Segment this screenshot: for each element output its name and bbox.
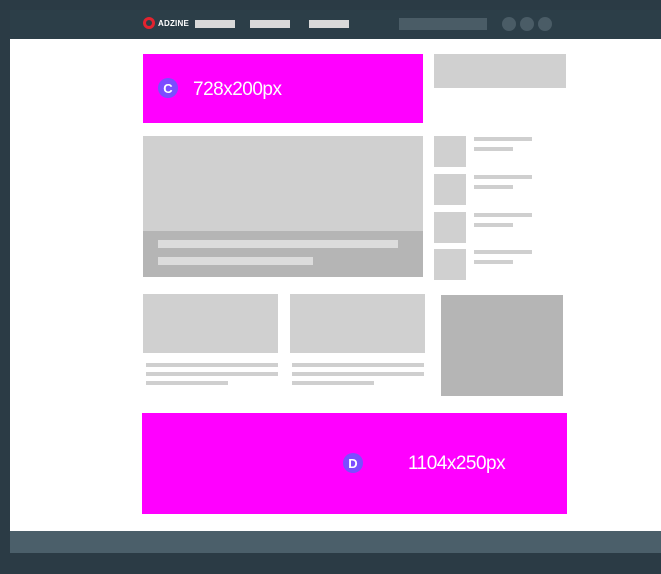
featured-caption-panel xyxy=(143,231,423,277)
featured-subtitle-line xyxy=(158,257,313,265)
ad-slot-d[interactable]: D 1104x250px xyxy=(142,413,567,514)
article-card-1-line-a xyxy=(146,363,278,367)
footer-bottom xyxy=(10,553,661,574)
article-card-1-line-b xyxy=(146,372,278,376)
circle-icon-3[interactable] xyxy=(538,17,552,31)
article-card-2-line-c xyxy=(292,381,374,385)
sidebar-thumb-3[interactable] xyxy=(434,212,466,243)
ad-badge-c: C xyxy=(158,78,178,98)
article-card-1-line-c xyxy=(146,381,228,385)
sidebar-line-4a xyxy=(474,250,532,254)
footer-bar xyxy=(10,531,661,553)
article-card-2-line-b xyxy=(292,372,424,376)
circle-icon-1[interactable] xyxy=(502,17,516,31)
sidebar-line-1a xyxy=(474,137,532,141)
sidebar-line-3a xyxy=(474,213,532,217)
circle-icon-2[interactable] xyxy=(520,17,534,31)
nav-item-2[interactable] xyxy=(250,20,290,28)
article-card-image-1[interactable] xyxy=(143,294,278,353)
article-card-2-line-a xyxy=(292,363,424,367)
sidebar-line-2a xyxy=(474,175,532,179)
sidebar-thumb-2[interactable] xyxy=(434,174,466,205)
sidebar-square-placeholder xyxy=(441,295,563,396)
sidebar-thumb-1[interactable] xyxy=(434,136,466,167)
sidebar-line-4b xyxy=(474,260,513,264)
ad-size-label-d: 1104x250px xyxy=(408,453,506,474)
sidebar-banner-placeholder xyxy=(434,54,566,88)
search-input[interactable] xyxy=(399,18,487,30)
sidebar-thumb-4[interactable] xyxy=(434,249,466,280)
ad-slot-c[interactable]: C 728x200px xyxy=(143,54,423,123)
site-logo[interactable]: ADZINE xyxy=(143,14,189,32)
logo-text: ADZINE xyxy=(158,18,189,28)
sidebar-line-3b xyxy=(474,223,513,227)
article-card-image-2[interactable] xyxy=(290,294,425,353)
nav-item-3[interactable] xyxy=(309,20,349,28)
ad-badge-d: D xyxy=(343,453,363,473)
sidebar-line-2b xyxy=(474,185,513,189)
sidebar-line-1b xyxy=(474,147,513,151)
logo-icon xyxy=(143,17,155,29)
nav-item-1[interactable] xyxy=(195,20,235,28)
featured-title-line xyxy=(158,240,398,248)
ad-size-label-c: 728x200px xyxy=(193,79,282,100)
